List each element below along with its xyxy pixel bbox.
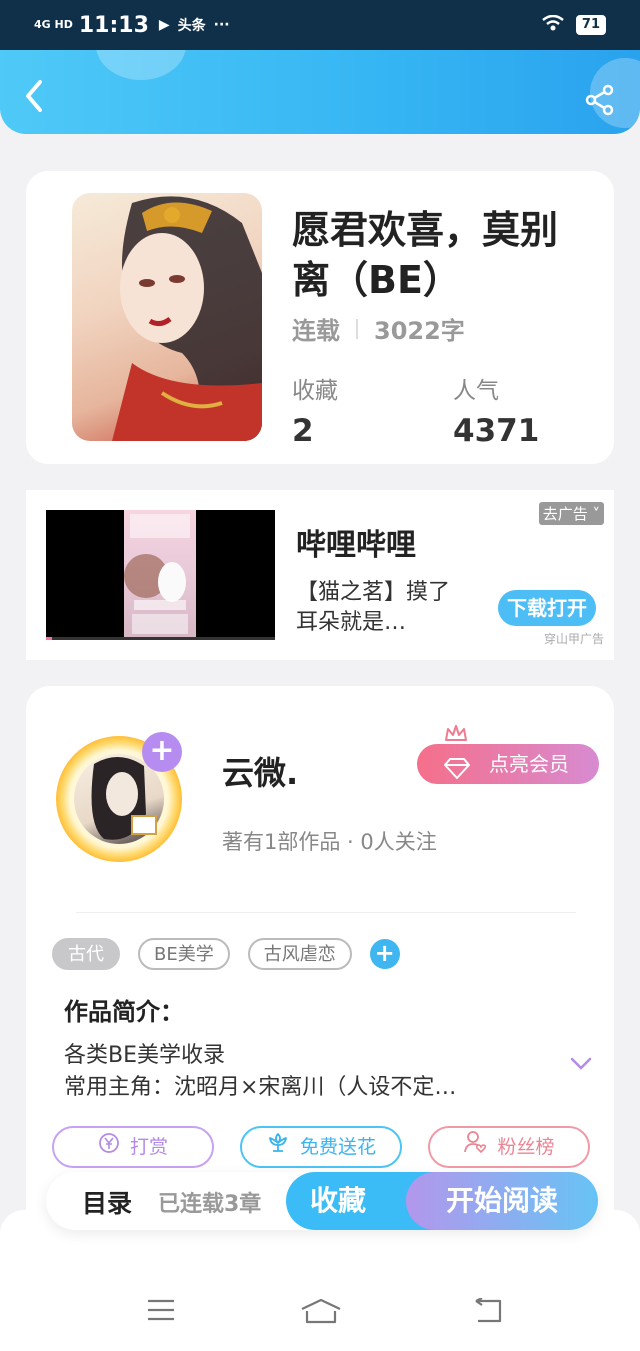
tag-list: 古代 BE美学 古风虐恋 +: [52, 938, 400, 970]
add-tag-button[interactable]: +: [369, 939, 400, 969]
table-of-contents-button[interactable]: 目录: [82, 1184, 132, 1220]
ad-video-progress: [46, 637, 275, 640]
popularity-value: 4371: [453, 413, 540, 449]
advertisement[interactable]: 哔哩哔哩 【猫之茗】摸了耳朵就是… 去广告 ˅ 下载打开 穿山甲广告: [26, 490, 614, 660]
favorites-value: 2: [292, 413, 314, 449]
intro-line: 各类BE美学收录: [64, 1043, 225, 1068]
book-info-card: 愿君欢喜，莫别离（BE） 连载 3022字 收藏 2 人气 4371: [26, 171, 614, 464]
ad-description: 【猫之茗】摸了耳朵就是…: [296, 580, 451, 635]
share-button[interactable]: [584, 84, 616, 116]
notification-app-label: 头条: [177, 18, 206, 34]
vip-button[interactable]: 点亮会员: [417, 744, 599, 784]
start-reading-button[interactable]: 开始阅读: [406, 1172, 598, 1230]
fan-ranking-button[interactable]: 粉丝榜: [428, 1126, 590, 1168]
expand-intro-button[interactable]: [570, 1056, 592, 1075]
follow-add-button[interactable]: +: [142, 732, 182, 772]
remove-ad-label: 去广告: [542, 505, 588, 523]
chapter-count[interactable]: 已连载3章: [158, 1186, 261, 1218]
bottom-action-bar: 目录 已连载3章 收藏 开始阅读: [46, 1172, 598, 1230]
ad-title: 哔哩哔哩: [296, 528, 416, 563]
send-flower-label: 免费送花: [299, 1136, 376, 1158]
back-button[interactable]: [22, 78, 52, 118]
menu-nav-button[interactable]: [146, 1298, 176, 1326]
yen-coin-icon: [98, 1129, 120, 1167]
clock: 11:13: [78, 12, 149, 38]
action-buttons: 打赏 免费送花 粉丝榜: [52, 1126, 592, 1168]
menu-icon: [148, 1299, 174, 1321]
ad-source-label: 穿山甲广告: [543, 632, 604, 646]
status-bar: 4G HD 11:13 ▶ 头条 ··· 71: [0, 0, 640, 50]
author-stats: 著有1部作品 · 0人关注: [222, 830, 437, 854]
battery-indicator: 71: [575, 15, 606, 35]
section-divider: [76, 912, 576, 913]
home-nav-button[interactable]: [300, 1298, 342, 1328]
ad-video-poster: [124, 510, 196, 640]
book-word-count: 3022字: [374, 317, 465, 345]
system-nav-bar: [0, 1210, 640, 1351]
ad-download-button[interactable]: 下载打开: [498, 590, 596, 626]
ad-video[interactable]: [46, 510, 275, 640]
decor-bubble: [96, 50, 186, 80]
meta-divider: [356, 318, 358, 339]
home-icon: [301, 1298, 341, 1324]
tag-item[interactable]: BE美学: [138, 938, 230, 970]
chevron-down-icon: [570, 1057, 592, 1070]
fan-ranking-label: 粉丝榜: [497, 1136, 555, 1158]
chevron-down-icon: ˅: [587, 505, 600, 523]
book-title: 愿君欢喜，莫别离（BE）: [292, 208, 559, 302]
tag-item[interactable]: 古风虐恋: [247, 938, 352, 970]
send-flower-button[interactable]: 免费送花: [240, 1126, 402, 1168]
vip-label: 点亮会员: [489, 752, 569, 776]
author-name[interactable]: 云微.: [222, 748, 298, 794]
intro-text: 各类BE美学收录 常用主角：沈昭月×宋离川（人设不定…: [64, 1040, 534, 1104]
back-nav-button[interactable]: [472, 1297, 504, 1328]
wifi-icon: [542, 14, 564, 35]
user-heart-icon: [463, 1129, 487, 1167]
chevron-left-icon: [26, 80, 42, 112]
more-notifications: ···: [213, 17, 230, 33]
video-icon: ▶: [158, 17, 170, 33]
popularity-label: 人气: [453, 378, 499, 404]
favorites-label: 收藏: [292, 378, 338, 404]
network-indicator: 4G HD: [34, 18, 73, 31]
remove-ad-button[interactable]: 去广告 ˅: [538, 502, 604, 525]
reward-label: 打赏: [129, 1136, 168, 1158]
top-header: [0, 50, 640, 134]
reward-button[interactable]: 打赏: [52, 1126, 214, 1168]
back-arrow-icon: [475, 1297, 502, 1323]
book-cover-image[interactable]: [72, 193, 262, 441]
tag-item[interactable]: 古代: [52, 938, 120, 970]
intro-title: 作品简介：: [64, 998, 184, 1026]
intro-line: 常用主角：沈昭月×宋离川（人设不定…: [64, 1075, 457, 1100]
book-meta: 连载 3022字: [292, 311, 465, 346]
flower-icon: [266, 1129, 290, 1167]
diamond-icon: [443, 753, 471, 793]
book-status: 连载: [292, 317, 340, 345]
share-icon: [585, 84, 614, 116]
